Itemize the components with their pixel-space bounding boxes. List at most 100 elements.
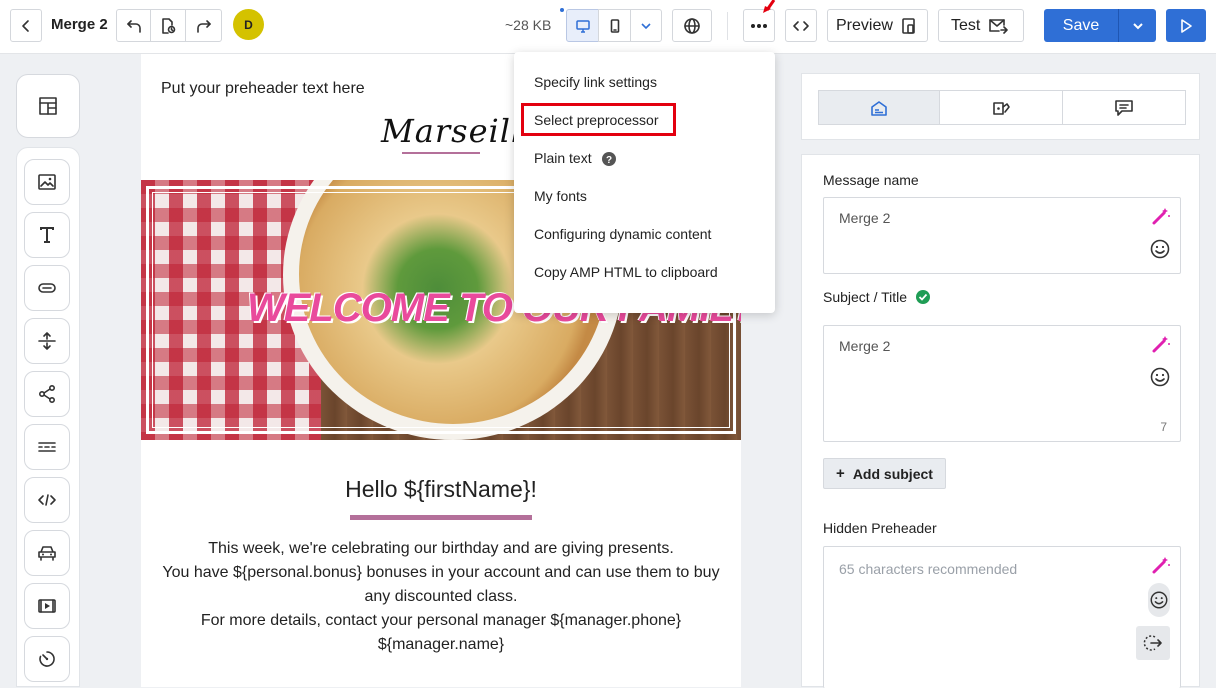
save-label: Save — [1062, 16, 1100, 34]
desktop-view-button[interactable] — [566, 9, 599, 42]
emoji-icon[interactable] — [1149, 366, 1171, 388]
top-toolbar: Merge 2 D ~28 KB Preview Test Save — [0, 0, 1216, 54]
redo-button[interactable] — [185, 9, 222, 42]
image-block-tool[interactable] — [24, 159, 70, 205]
button-block-tool[interactable] — [24, 265, 70, 311]
magic-wand-icon[interactable] — [1151, 555, 1171, 575]
preview-devices-icon — [902, 17, 915, 34]
send-mail-icon — [989, 18, 1009, 34]
settings-tabs-card — [801, 73, 1200, 140]
preheader-text[interactable]: Put your preheader text here — [161, 80, 365, 98]
timer-icon — [39, 651, 55, 667]
subject-value: Merge 2 — [839, 338, 891, 354]
save-options-dropdown[interactable] — [1118, 9, 1156, 42]
back-button[interactable] — [10, 9, 42, 42]
emoji-icon — [1150, 591, 1168, 609]
undo-icon — [126, 19, 141, 33]
menu-item-plain-text[interactable]: Plain text — [534, 150, 592, 166]
tab-comments[interactable] — [1063, 90, 1186, 125]
share-icon — [38, 384, 56, 404]
body-text[interactable]: This week, we're celebrating our birthda… — [151, 537, 731, 657]
emoji-icon[interactable] — [1149, 238, 1171, 260]
spacer-icon — [38, 332, 56, 350]
templates-tool[interactable] — [16, 74, 80, 138]
envelope-settings-icon — [871, 100, 887, 116]
size-indicator-dot — [560, 8, 564, 12]
help-icon[interactable]: ? — [601, 151, 617, 167]
undo-button[interactable] — [116, 9, 151, 42]
code-view-button[interactable] — [785, 9, 817, 42]
tab-message-settings[interactable] — [818, 90, 940, 125]
code-icon — [793, 20, 809, 31]
greeting-heading[interactable]: Hello ${firstName}! — [141, 476, 741, 503]
divider-block-tool[interactable] — [24, 424, 70, 470]
file-history-icon — [162, 17, 176, 34]
magic-wand-icon[interactable] — [1151, 334, 1171, 354]
message-name-value: Merge 2 — [839, 210, 891, 226]
text-block-tool[interactable] — [24, 212, 70, 258]
product-block-tool[interactable] — [24, 530, 70, 576]
divider — [727, 12, 728, 40]
divider-icon — [38, 442, 56, 452]
menu-item-copy-amp[interactable]: Copy AMP HTML to clipboard — [534, 264, 718, 280]
magic-wand-icon[interactable] — [1151, 206, 1171, 226]
mobile-view-button[interactable] — [598, 9, 631, 42]
preview-button[interactable]: Preview — [827, 9, 928, 42]
view-options-dropdown[interactable] — [630, 9, 662, 42]
text-icon — [40, 227, 54, 243]
globe-icon — [684, 17, 700, 34]
hidden-preheader-field[interactable]: 65 characters recommended — [823, 546, 1181, 688]
message-size: ~28 KB — [505, 17, 552, 33]
save-button[interactable]: Save — [1044, 9, 1118, 42]
timer-block-tool[interactable] — [24, 636, 70, 682]
language-button[interactable] — [672, 9, 712, 42]
menu-item-dynamic-content[interactable]: Configuring dynamic content — [534, 226, 711, 242]
hidden-preheader-label: Hidden Preheader — [823, 520, 937, 536]
comment-icon — [1115, 99, 1133, 116]
tab-design-settings[interactable] — [940, 90, 1063, 125]
subject-field[interactable]: Merge 2 7 — [823, 325, 1181, 442]
social-block-tool[interactable] — [24, 371, 70, 417]
message-name-field[interactable]: Merge 2 — [823, 197, 1181, 274]
check-circle-icon — [916, 290, 930, 304]
logo-underline — [402, 152, 480, 154]
test-label: Test — [951, 16, 981, 34]
message-name-label: Message name — [823, 172, 919, 188]
image-icon — [38, 174, 56, 190]
svg-text:?: ? — [606, 155, 612, 166]
menu-item-select-preprocessor[interactable]: Select preprocessor — [534, 112, 659, 128]
greeting-underline — [350, 515, 532, 520]
body-line: ${manager.name} — [377, 636, 505, 653]
chevron-left-icon — [22, 19, 29, 32]
run-button[interactable] — [1166, 9, 1206, 42]
history-button[interactable] — [150, 9, 186, 42]
video-block-tool[interactable] — [24, 583, 70, 629]
html-block-tool[interactable] — [24, 477, 70, 523]
more-dots-icon — [751, 23, 767, 28]
menu-item-my-fonts[interactable]: My fonts — [534, 188, 587, 204]
avatar-letter: D — [244, 17, 253, 32]
plus-icon: + — [836, 465, 845, 482]
chevron-down-icon — [1132, 22, 1143, 29]
spacer-block-tool[interactable] — [24, 318, 70, 364]
button-icon — [38, 283, 56, 293]
mobile-icon — [610, 18, 619, 33]
subject-label: Subject / Title — [823, 289, 908, 305]
preview-label: Preview — [836, 16, 893, 34]
redo-icon — [196, 19, 211, 33]
body-line: You have ${personal.bonus} bonuses in yo… — [162, 564, 720, 581]
play-icon — [1181, 18, 1192, 33]
settings-panel: Message name Merge 2 Subject / Title Mer… — [800, 54, 1216, 688]
add-subject-button[interactable]: + Add subject — [823, 458, 946, 489]
avatar[interactable]: D — [233, 9, 264, 40]
message-settings-card: Message name Merge 2 Subject / Title Mer… — [801, 154, 1200, 688]
menu-item-link-settings[interactable]: Specify link settings — [534, 74, 657, 90]
layout-blocks-icon — [39, 97, 57, 115]
more-options-menu: Specify link settings Select preprocesso… — [514, 52, 775, 313]
test-button[interactable]: Test — [938, 9, 1024, 42]
insert-variable-button[interactable] — [1136, 626, 1170, 660]
blocks-panel — [0, 54, 140, 687]
emoji-button[interactable] — [1148, 583, 1170, 617]
subject-char-count: 7 — [1160, 420, 1167, 434]
body-line: This week, we're celebrating our birthda… — [208, 540, 674, 557]
